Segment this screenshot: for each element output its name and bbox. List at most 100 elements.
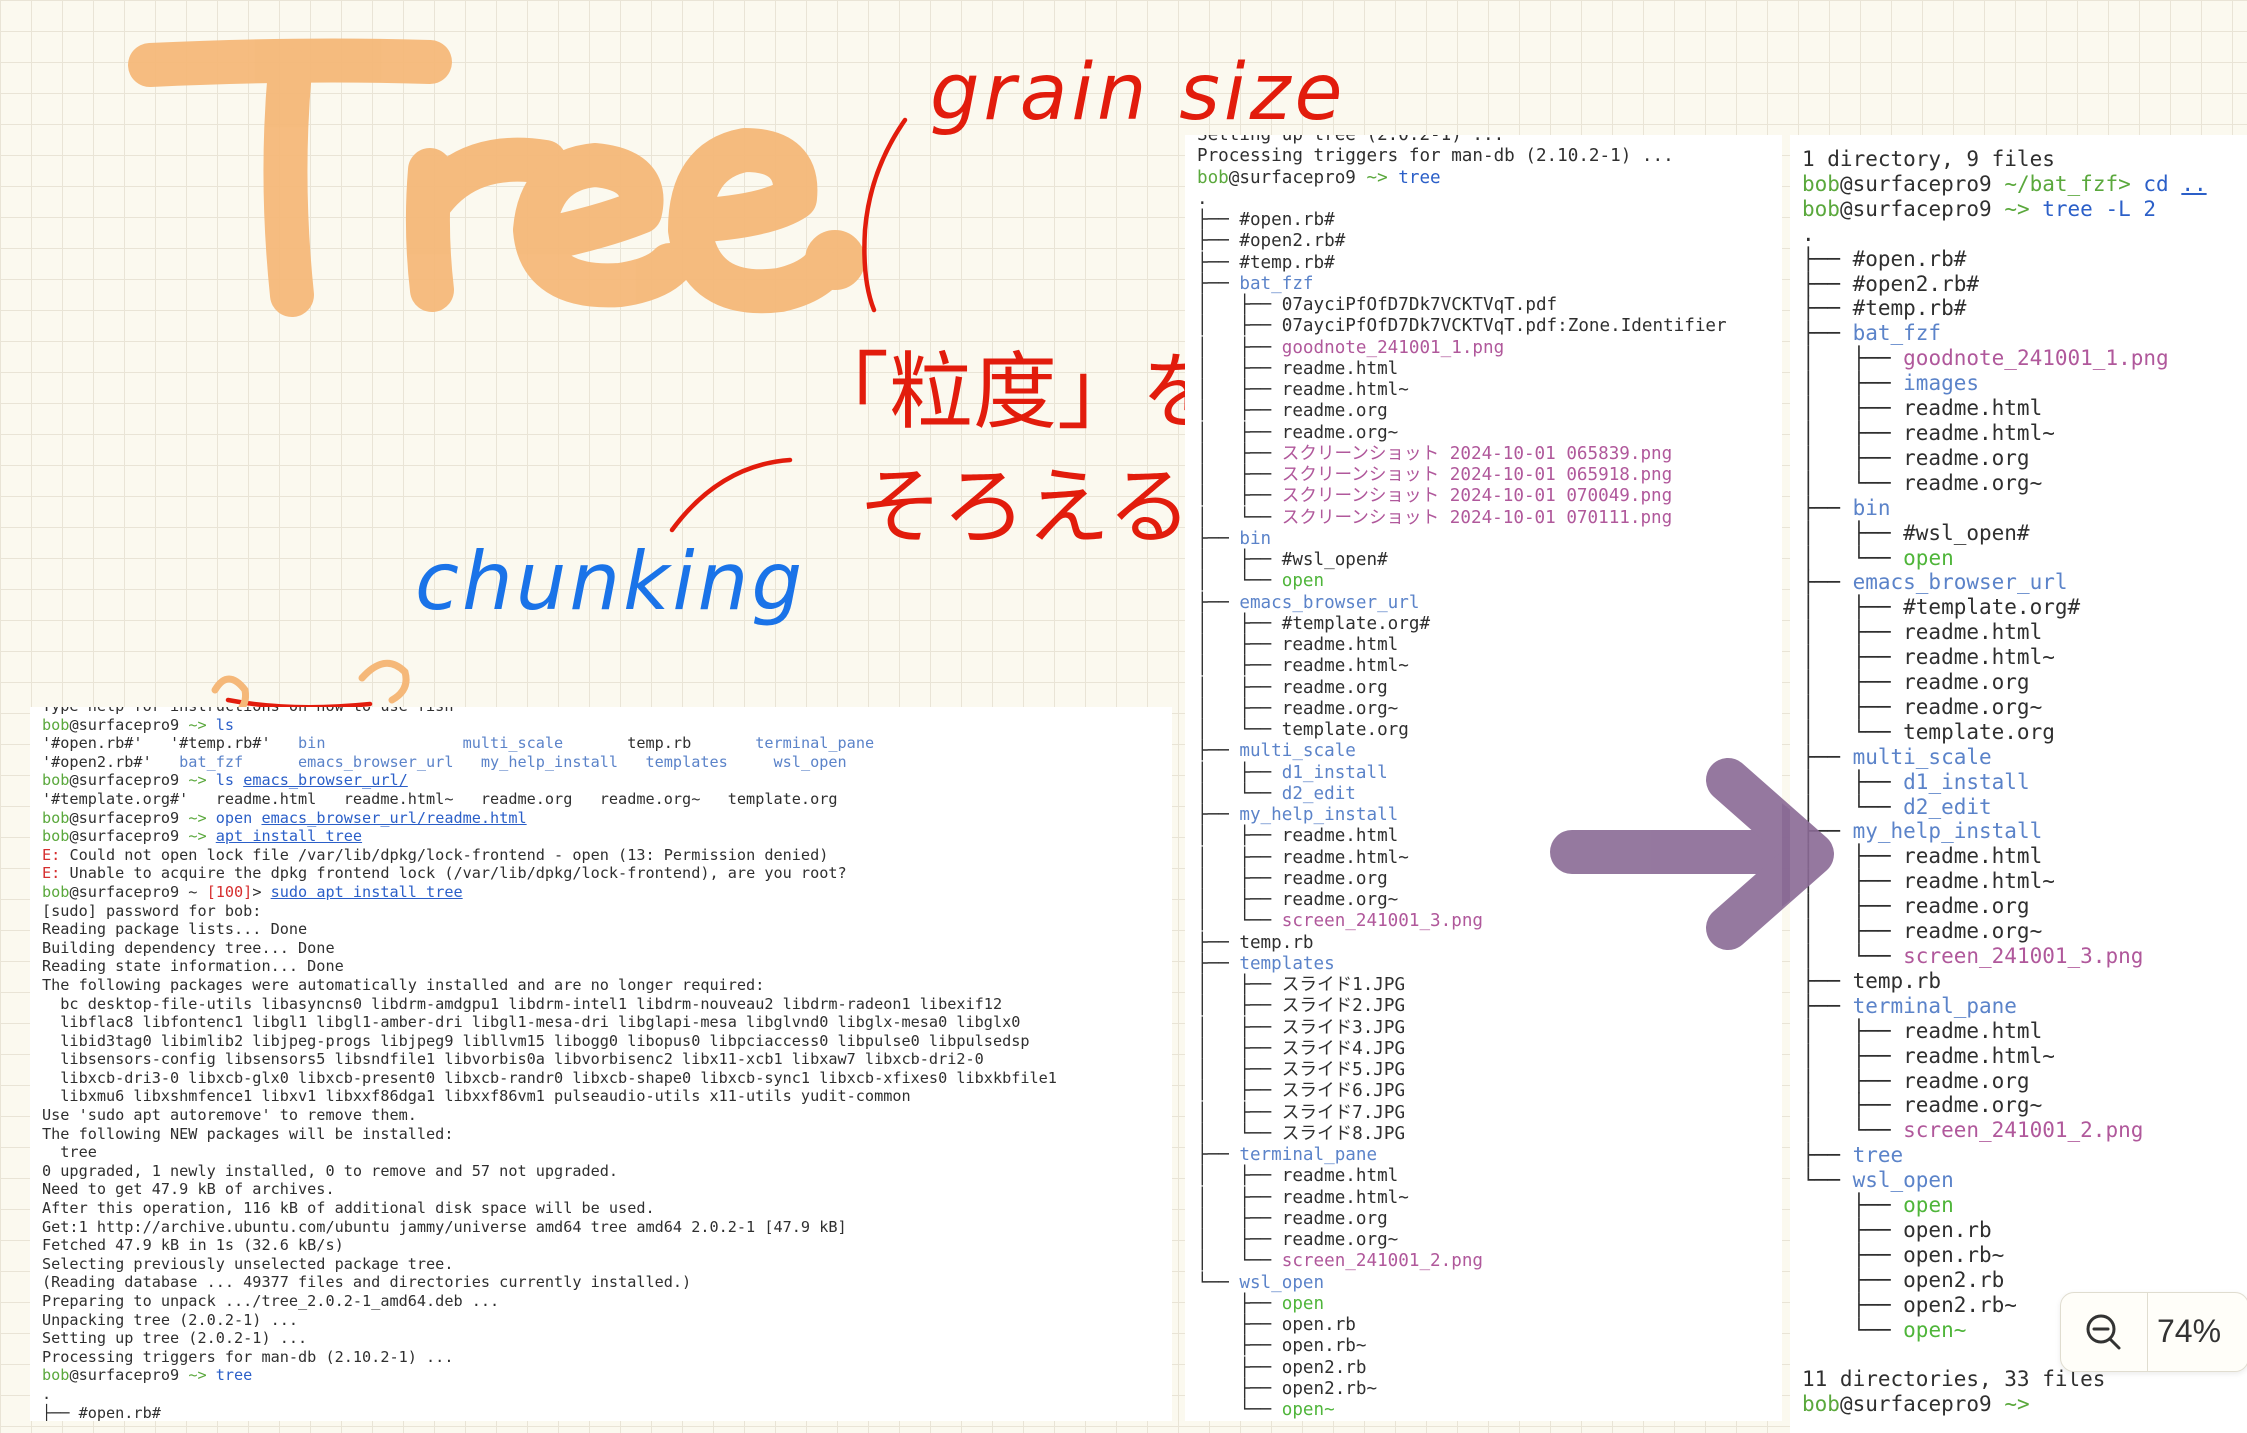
terminal-text: @surfacepro9 [69, 808, 189, 827]
terminal-text: │ ├── readme.html [1802, 396, 2043, 421]
terminal-text: temp.rb [563, 734, 756, 753]
terminal-line: tree [42, 1143, 1172, 1162]
terminal-text: スライド6.JPG [1281, 1081, 1406, 1102]
terminal-text: libxcb-dri3-0 libxcb-glx0 libxcb-present… [42, 1068, 1057, 1087]
terminal-text: └── [1802, 1168, 1853, 1193]
terminal-line: │ └── open [1197, 571, 1782, 592]
terminal-text: │ ├── [1197, 337, 1282, 358]
terminal-line: (Reading database ... 49377 files and di… [42, 1273, 1172, 1292]
terminal-tree-depth2-pane[interactable]: 1 directory, 9 files bob@surfacepro9 ~/ba… [1790, 135, 2247, 1433]
terminal-text: │ ├── readme.org [1802, 445, 2030, 470]
terminal-line: bob@surfacepro9 ~/bat_fzf> cd .. [1802, 172, 2247, 197]
terminal-line: │ ├── readme.html [1197, 635, 1782, 656]
terminal-text: terminal_pane [755, 734, 875, 753]
terminal-line: '#template.org#' readme.html readme.html… [42, 790, 1172, 809]
terminal-text: Setting up tree (2.0.2-1) ... [1197, 135, 1505, 145]
terminal-line: ├── #open2.rb# [1197, 231, 1782, 252]
terminal-line: │ ├── スライド2.JPG [1197, 996, 1782, 1017]
terminal-line: │ ├── #template.org# [1802, 595, 2247, 620]
terminal-text: │ ├── readme.org~ [1197, 422, 1399, 443]
terminal-line: │ ├── 07ayciPfOfD7Dk7VCKTVqT.pdf:Zone.Id… [1197, 316, 1782, 337]
terminal-line: ├── #temp.rb# [1802, 296, 2247, 321]
terminal-text: スライド1.JPG [1281, 975, 1406, 995]
terminal-line: │ ├── readme.org [1197, 401, 1782, 422]
terminal-line: ├── my_help_install [1802, 819, 2247, 844]
terminal-text: │ ├── readme.org~ [1197, 890, 1399, 910]
zoom-out-icon [2086, 1314, 2121, 1350]
zoom-out-button[interactable] [2061, 1293, 2148, 1371]
terminal-text: wsl_open [1239, 1272, 1325, 1293]
zoom-level[interactable]: 74% [2157, 1313, 2221, 1350]
terminal-line: libflac8 libfontenc1 libgl1 libgl1-amber… [42, 1013, 1172, 1032]
terminal-text: @surfacepro9 [69, 715, 189, 734]
terminal-text: スライド7.JPG [1281, 1102, 1406, 1123]
terminal-text: . [1802, 221, 1815, 246]
terminal-text: │ ├── [1197, 996, 1282, 1017]
terminal-text: libid3tag0 libimlib2 libjpeg-progs libjp… [42, 1031, 1030, 1050]
terminal-text: bob [42, 1366, 70, 1385]
terminal-text: ├── open.rb~ [1802, 1242, 2005, 1267]
terminal-text: screen_241001_2.png [1903, 1118, 2144, 1143]
terminal-text: │ ├── [1197, 1060, 1282, 1080]
terminal-line: Building dependency tree... Done [42, 939, 1172, 958]
terminal-line: │ ├── スクリーンショット 2024-10-01 070049.png [1197, 486, 1782, 507]
terminal-line: │ ├── #wsl_open# [1802, 521, 2247, 546]
terminal-line: │ ├── goodnote_241001_1.png [1802, 346, 2247, 371]
terminal-text: Setting up tree (2.0.2-1) ... [42, 1329, 308, 1348]
terminal-text: emacs_browser_url/readme.html [261, 808, 527, 827]
terminal-install-pane[interactable]: Type help for instructions on how to use… [30, 707, 1172, 1421]
terminal-text: tree [215, 1366, 253, 1385]
terminal-text: └── [1197, 1400, 1282, 1420]
terminal-text: d2_edit [1281, 783, 1356, 804]
terminal-text: │ ├── [1197, 1102, 1282, 1123]
terminal-text: │ └── [1197, 1123, 1282, 1144]
terminal-text: │ ├── #wsl_open# [1802, 520, 2030, 545]
terminal-line: │ └── screen_241001_3.png [1802, 944, 2247, 969]
terminal-text: . [1197, 188, 1208, 209]
terminal-line: ├── open.rb [1802, 1218, 2247, 1243]
terminal-line: │ ├── readme.html~ [1802, 645, 2247, 670]
terminal-text: d1_install [1281, 762, 1388, 783]
terminal-text: │ ├── [1802, 371, 1904, 396]
terminal-text: ├── [1802, 570, 1853, 595]
terminal-line: ├── #open.rb# [1197, 210, 1782, 231]
terminal-text: Processing triggers for man-db (2.10.2-1… [42, 1347, 454, 1366]
terminal-text: Unable to acquire the dpkg frontend lock… [69, 864, 847, 883]
terminal-line: Get:1 http://archive.ubuntu.com/ubuntu j… [42, 1218, 1172, 1237]
terminal-text: E: [42, 864, 70, 883]
terminal-text: ├── open.rb [1197, 1315, 1356, 1335]
terminal-text: @surfacepro9 [1839, 196, 2005, 221]
terminal-text: terminal_pane [1852, 993, 2017, 1018]
terminal-text: │ ├── [1802, 346, 1904, 371]
terminal-line: Need to get 47.9 kB of archives. [42, 1180, 1172, 1199]
terminal-line: After this operation, 116 kB of addition… [42, 1199, 1172, 1218]
terminal-text: スライド4.JPG [1281, 1038, 1406, 1059]
terminal-text: tree [1398, 167, 1441, 188]
terminal-line: Processing triggers for man-db (2.10.2-1… [1197, 146, 1782, 167]
terminal-text: │ ├── readme.org [1197, 401, 1388, 422]
arrow-right-icon [1550, 758, 1834, 950]
terminal-line: ├── bat_fzf [1802, 321, 2247, 346]
terminal-line: │ ├── スライド6.JPG [1197, 1081, 1782, 1102]
terminal-line: [sudo] password for bob: [42, 902, 1172, 921]
terminal-line: │ ├── readme.html [1802, 1019, 2247, 1044]
terminal-text: bin [1239, 528, 1272, 549]
terminal-line: │ └── スライド8.JPG [1197, 1124, 1782, 1145]
terminal-line: │ ├── readme.html [1197, 359, 1782, 380]
terminal-text: ├── #open2.rb# [1802, 271, 1980, 296]
terminal-text: Processing triggers for man-db (2.10.2-1… [1197, 146, 1674, 167]
terminal-text: -L 2 [2105, 196, 2157, 221]
terminal-line: ├── multi_scale [1802, 745, 2247, 770]
terminal-text: bob [1802, 196, 1840, 221]
terminal-text: ls [215, 715, 235, 734]
terminal-line: ├── bin [1197, 529, 1782, 550]
terminal-line: └── wsl_open [1197, 1273, 1782, 1294]
terminal-text: ├── [1802, 1193, 1904, 1218]
terminal-text: Get:1 http://archive.ubuntu.com/ubuntu j… [42, 1217, 847, 1236]
terminal-text: 1 directory, 9 files [1802, 147, 2055, 171]
terminal-text: open~ [1903, 1317, 1967, 1342]
terminal-text: d1_install [1903, 769, 2030, 794]
terminal-line: │ ├── readme.org [1802, 670, 2247, 695]
terminal-line: ├── open2.rb [1802, 1268, 2247, 1293]
terminal-text: emacs_browser_url [1239, 592, 1420, 613]
